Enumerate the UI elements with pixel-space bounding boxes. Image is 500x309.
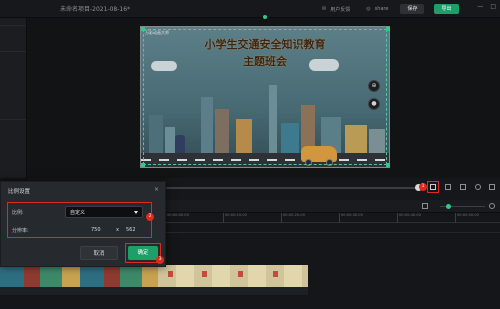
feedback-icon[interactable]: ✉ bbox=[322, 6, 326, 12]
clip-thumbnail-marker bbox=[273, 271, 278, 277]
maximize-icon[interactable]: □ bbox=[490, 3, 496, 10]
zoom-slider-knob[interactable] bbox=[446, 204, 451, 209]
media-panel bbox=[0, 18, 27, 178]
callout-badge-2: 2 bbox=[146, 213, 154, 221]
project-title: 未命名项目-2021-08-16* bbox=[60, 6, 131, 13]
ruler-tick: 00:00:00.00 bbox=[165, 213, 189, 223]
audio-track[interactable] bbox=[0, 287, 308, 295]
video-clip[interactable] bbox=[0, 265, 158, 287]
rotate-handle[interactable] bbox=[263, 15, 267, 19]
timeline-track[interactable] bbox=[165, 232, 500, 260]
resize-handle[interactable] bbox=[141, 163, 145, 167]
ratio-select[interactable]: 自定义 bbox=[65, 206, 143, 218]
video-clip[interactable] bbox=[158, 265, 308, 287]
minimize-icon[interactable]: — bbox=[477, 3, 483, 10]
ruler-tick: 00:00:30.00 bbox=[339, 213, 363, 223]
camera-icon[interactable] bbox=[460, 184, 466, 190]
lock-icon[interactable]: ● bbox=[368, 98, 380, 110]
resize-handle[interactable] bbox=[386, 27, 390, 31]
dialog-title: 比例设置 bbox=[8, 189, 31, 195]
ruler-tick: 00:00:50.00 bbox=[455, 213, 479, 223]
ok-button[interactable]: 确定 bbox=[128, 246, 158, 260]
callout-badge-1: 1 bbox=[419, 183, 427, 191]
clip-thumbnail-marker bbox=[168, 271, 173, 277]
media-panel-row[interactable] bbox=[0, 18, 26, 26]
callout-badge-3: 3 bbox=[156, 256, 164, 264]
grid-icon[interactable] bbox=[445, 184, 451, 190]
feedback-link[interactable]: 用户反馈 bbox=[330, 6, 350, 13]
crop-icon[interactable]: ⊕ bbox=[368, 80, 380, 92]
selection-box[interactable] bbox=[143, 29, 387, 165]
ruler-tick: 00:00:40.00 bbox=[397, 213, 421, 223]
fullscreen-icon[interactable] bbox=[489, 184, 495, 190]
snapshot-icon[interactable] bbox=[422, 203, 428, 209]
aspect-ratio-button[interactable] bbox=[427, 181, 439, 193]
topbar-actions: ✉ 用户反馈 ◎ share 保存 导出 bbox=[322, 3, 459, 15]
ruler-tick: 00:00:10.00 bbox=[223, 213, 247, 223]
progress-track[interactable] bbox=[160, 187, 418, 189]
width-input[interactable]: 750 bbox=[91, 225, 101, 235]
share-link[interactable]: share bbox=[375, 6, 389, 12]
resolution-label: 分辨率: bbox=[12, 228, 29, 234]
export-button[interactable]: 导出 bbox=[434, 4, 459, 14]
volume-icon[interactable] bbox=[475, 184, 481, 190]
video-editor-window: 未命名项目-2021-08-16* ✉ 用户反馈 ◎ share 保存 导出 —… bbox=[0, 0, 500, 309]
save-button[interactable]: 保存 bbox=[400, 4, 425, 14]
resize-handle[interactable] bbox=[141, 27, 145, 31]
ratio-label: 比例: bbox=[12, 210, 24, 216]
ratio-select-value: 自定义 bbox=[70, 210, 86, 216]
window-controls: — □ bbox=[477, 3, 496, 10]
chevron-down-icon bbox=[134, 211, 138, 214]
ruler-tick: 00:00:20.00 bbox=[281, 213, 305, 223]
share-icon[interactable]: ◎ bbox=[366, 6, 370, 12]
aspect-ratio-icon bbox=[430, 184, 436, 190]
timeline-ruler[interactable]: 00:00:00.00 00:00:10.00 00:00:20.00 00:0… bbox=[165, 213, 500, 223]
clip-thumbnail-marker bbox=[238, 271, 243, 277]
height-input[interactable]: 562 bbox=[126, 225, 136, 235]
clip-thumbnail-marker bbox=[202, 271, 207, 277]
resize-handle[interactable] bbox=[386, 163, 390, 167]
close-icon[interactable]: × bbox=[154, 186, 159, 193]
times-symbol: x bbox=[116, 227, 119, 233]
zoom-fit-icon[interactable] bbox=[489, 203, 495, 209]
title-bar: 未命名项目-2021-08-16* ✉ 用户反馈 ◎ share 保存 导出 —… bbox=[0, 0, 500, 18]
media-panel-row[interactable] bbox=[0, 44, 26, 52]
cancel-button[interactable]: 取消 bbox=[80, 246, 118, 260]
media-panel-row[interactable] bbox=[0, 112, 26, 120]
